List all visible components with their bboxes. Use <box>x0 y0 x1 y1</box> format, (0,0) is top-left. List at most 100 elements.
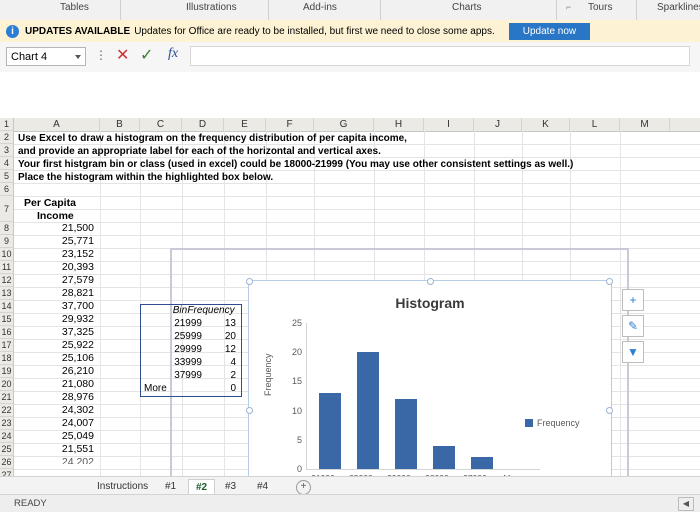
row-header-6[interactable]: 6 <box>0 183 14 196</box>
chart-resize-handle-nw[interactable] <box>246 278 253 285</box>
ribbon-tab-tours[interactable]: Tours <box>588 2 612 13</box>
column-header-k[interactable]: K <box>522 118 570 131</box>
cell-a14[interactable]: 37,700 <box>14 300 94 313</box>
row-header-15[interactable]: 15 <box>0 313 14 326</box>
cancel-icon[interactable]: ✕ <box>116 45 129 65</box>
freq-cell-1[interactable]: 13 <box>186 317 236 330</box>
row-header-11[interactable]: 11 <box>0 261 14 274</box>
cell-a4-instruction[interactable]: Your first histgram bin or class (used i… <box>18 158 658 171</box>
column-header-f[interactable]: F <box>266 118 314 131</box>
bar-21999[interactable] <box>319 393 341 469</box>
column-header-h[interactable]: H <box>374 118 424 131</box>
row-header-25[interactable]: 25 <box>0 443 14 456</box>
column-header-c[interactable]: C <box>140 118 182 131</box>
row-header-17[interactable]: 17 <box>0 339 14 352</box>
row-header-19[interactable]: 19 <box>0 365 14 378</box>
column-header-d[interactable]: D <box>182 118 224 131</box>
bar-29999[interactable] <box>395 398 417 469</box>
row-header-9[interactable]: 9 <box>0 235 14 248</box>
ribbon-tab-sparklines[interactable]: Sparklines <box>657 2 700 13</box>
add-sheet-icon[interactable]: + <box>296 480 311 495</box>
formula-input[interactable] <box>190 46 690 66</box>
more-options-icon[interactable]: ⋮ <box>95 48 107 62</box>
cell-a16[interactable]: 37,325 <box>14 326 94 339</box>
row-header-20[interactable]: 20 <box>0 378 14 391</box>
row-header-7[interactable]: 7 <box>0 196 14 222</box>
row-header-24[interactable]: 24 <box>0 430 14 443</box>
cell-a10[interactable]: 23,152 <box>14 248 94 261</box>
freq-cell-2[interactable]: 20 <box>186 330 236 343</box>
row-header-8[interactable]: 8 <box>0 222 14 235</box>
chevron-down-icon[interactable] <box>75 55 81 59</box>
cell-a19[interactable]: 26,210 <box>14 365 94 378</box>
sheet-tab-instructions[interactable]: Instructions <box>90 479 155 494</box>
ribbon-tab-charts[interactable]: Charts <box>452 2 481 13</box>
row-header-21[interactable]: 21 <box>0 391 14 404</box>
chart-resize-handle-n[interactable] <box>427 278 434 285</box>
bar-33999[interactable] <box>433 445 455 469</box>
chart-resize-handle-e[interactable] <box>606 407 613 414</box>
cell-a21[interactable]: 28,976 <box>14 391 94 404</box>
freq-cell-3[interactable]: 12 <box>186 343 236 356</box>
brush-icon[interactable]: ✎ <box>622 315 644 337</box>
cell-a13[interactable]: 28,821 <box>14 287 94 300</box>
bin-table-header-frequency[interactable]: Frequency <box>182 304 240 317</box>
cell-a20[interactable]: 21,080 <box>14 378 94 391</box>
cell-a15[interactable]: 29,932 <box>14 313 94 326</box>
expand-icon[interactable]: ⌐ <box>566 2 571 12</box>
cell-a7-header-line1[interactable]: Per Capita <box>24 197 104 210</box>
row-header-4[interactable]: 4 <box>0 157 14 170</box>
insert-function-icon[interactable]: fx <box>168 46 178 62</box>
cell-a24[interactable]: 25,049 <box>14 430 94 443</box>
chart-resize-handle-ne[interactable] <box>606 278 613 285</box>
column-header-a[interactable]: A <box>14 118 100 131</box>
cell-a18[interactable]: 25,106 <box>14 352 94 365</box>
row-header-22[interactable]: 22 <box>0 404 14 417</box>
row-header-16[interactable]: 16 <box>0 326 14 339</box>
ribbon-tab-tables[interactable]: Tables <box>60 2 89 13</box>
freq-cell-5[interactable]: 2 <box>186 369 236 382</box>
cell-a25[interactable]: 21,551 <box>14 443 94 456</box>
column-header-b[interactable]: B <box>100 118 140 131</box>
cell-a3-instruction[interactable]: and provide an appropriate label for eac… <box>18 145 618 158</box>
cell-a8[interactable]: 21,500 <box>14 222 94 235</box>
cell-a22[interactable]: 24,302 <box>14 404 94 417</box>
row-header-5[interactable]: 5 <box>0 170 14 183</box>
column-header-j[interactable]: J <box>474 118 522 131</box>
column-header-m[interactable]: M <box>620 118 670 131</box>
filter-icon[interactable]: ▼ <box>622 341 644 363</box>
row-header-23[interactable]: 23 <box>0 417 14 430</box>
cell-a26[interactable]: 24,202 <box>14 456 94 464</box>
freq-cell-6[interactable]: 0 <box>186 382 236 395</box>
column-header-l[interactable]: L <box>570 118 620 131</box>
name-box[interactable]: Chart 4 <box>6 47 86 66</box>
cell-a17[interactable]: 25,922 <box>14 339 94 352</box>
ribbon-tab-illustrations[interactable]: Illustrations <box>186 2 237 13</box>
confirm-icon[interactable]: ✓ <box>140 45 153 65</box>
sheet-tab-4[interactable]: #4 <box>250 479 275 494</box>
status-nav-icon[interactable]: ◀ <box>678 497 694 511</box>
sheet-tab-1[interactable]: #1 <box>158 479 183 494</box>
plus-icon[interactable]: + <box>622 289 644 311</box>
row-header-2[interactable]: 2 <box>0 131 14 144</box>
column-header-i[interactable]: I <box>424 118 474 131</box>
chart-resize-handle-w[interactable] <box>246 407 253 414</box>
update-now-button[interactable]: Update now <box>508 22 591 40</box>
row-header-14[interactable]: 14 <box>0 300 14 313</box>
row-header-10[interactable]: 10 <box>0 248 14 261</box>
cell-a2-instruction[interactable]: Use Excel to draw a histogram on the fre… <box>18 132 618 145</box>
chart-legend[interactable]: Frequency <box>525 418 580 428</box>
cell-a5-instruction[interactable]: Place the histogram within the highlight… <box>18 171 618 184</box>
bar-25999[interactable] <box>357 352 379 469</box>
worksheet-area[interactable]: A B C D E F G H I J K L M 1 2 3 4 5 6 7 … <box>0 72 700 487</box>
chart-title[interactable]: Histogram <box>249 295 611 311</box>
cell-a12[interactable]: 27,579 <box>14 274 94 287</box>
sheet-tab-2[interactable]: #2 <box>188 479 216 494</box>
row-header-1[interactable]: 1 <box>0 118 14 131</box>
freq-cell-4[interactable]: 4 <box>186 356 236 369</box>
histogram-chart[interactable]: Histogram Frequency 0 5 10 15 20 25 2199… <box>246 278 613 487</box>
column-header-g[interactable]: G <box>314 118 374 131</box>
sheet-tab-3[interactable]: #3 <box>218 479 243 494</box>
row-header-13[interactable]: 13 <box>0 287 14 300</box>
ribbon-tab-addins[interactable]: Add-ins <box>303 2 337 13</box>
